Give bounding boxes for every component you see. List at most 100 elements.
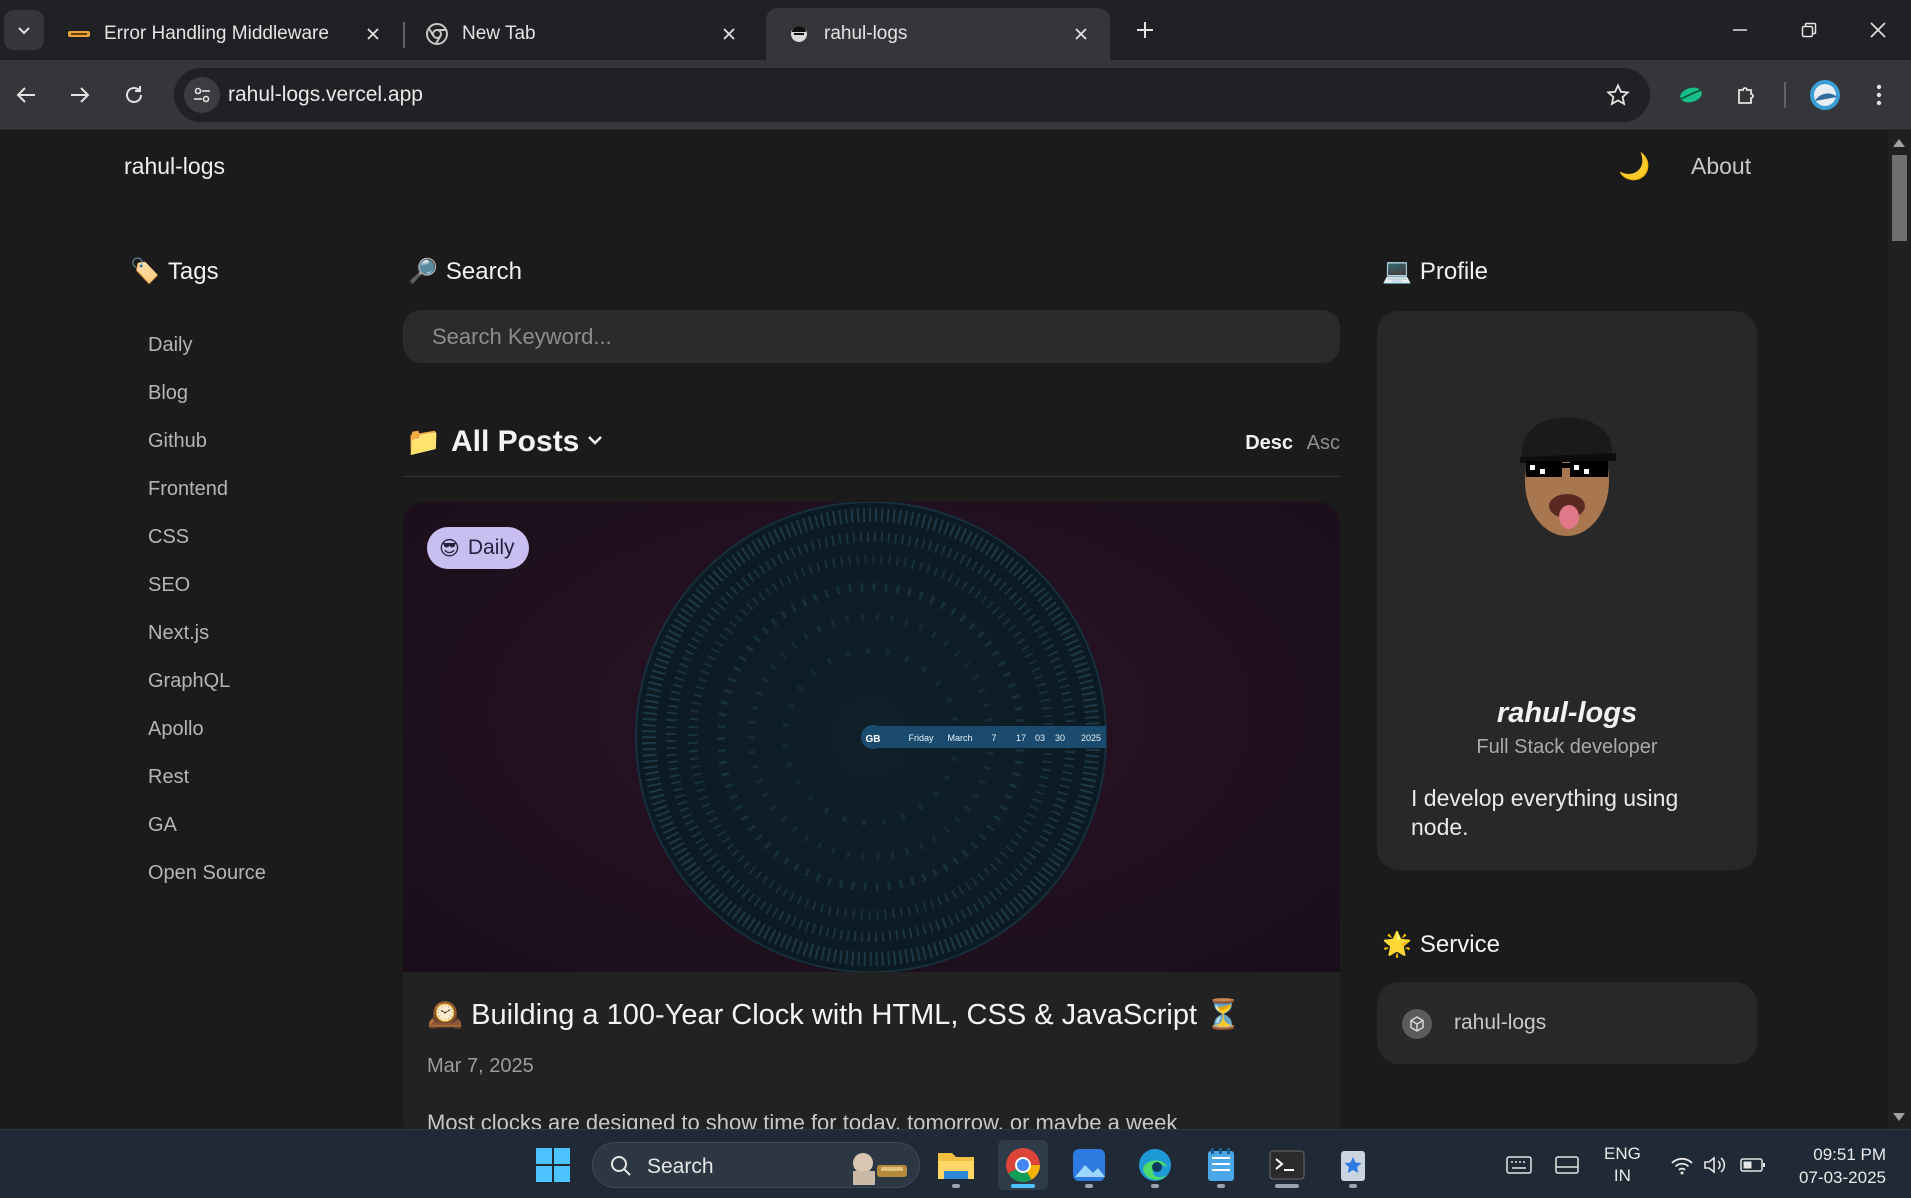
tag-item[interactable]: GraphQL	[148, 657, 266, 705]
search-box[interactable]	[403, 310, 1340, 363]
running-indicator	[1085, 1184, 1093, 1188]
clock-hour: 17	[1016, 733, 1026, 743]
wifi-icon[interactable]	[1667, 1150, 1697, 1180]
start-button[interactable]	[528, 1140, 578, 1190]
service-label[interactable]: rahul-logs	[1454, 1011, 1546, 1035]
clock-year: 2025	[1081, 733, 1101, 743]
taskbar-app[interactable]	[1328, 1140, 1378, 1190]
badge-label: Daily	[467, 536, 515, 559]
service-card[interactable]: rahul-logs	[1377, 982, 1757, 1064]
volume-icon[interactable]	[1700, 1150, 1730, 1180]
post-title[interactable]: 🕰️ Building a 100-Year Clock with HTML, …	[427, 998, 1241, 1032]
browser-menu-button[interactable]	[1860, 76, 1898, 114]
chrome-icon	[426, 23, 448, 45]
post-card[interactable]: GB Friday March 7 17 03 30 2025 😎 Daily …	[403, 502, 1340, 1129]
logo-icon	[68, 23, 90, 45]
more-vertical-icon	[1876, 84, 1882, 106]
sunglasses-icon: 😎	[439, 537, 460, 560]
category-dropdown-label[interactable]: All Posts	[451, 425, 579, 459]
scroll-down-arrow-icon[interactable]	[1893, 1113, 1905, 1121]
post-excerpt: Most clocks are designed to show time fo…	[427, 1110, 1178, 1129]
clock-image: GB Friday March 7 17 03 30 2025	[635, 502, 1107, 973]
taskbar-terminal[interactable]	[1262, 1140, 1312, 1190]
close-tab-icon[interactable]	[362, 23, 384, 45]
post-category-badge[interactable]: 😎 Daily	[427, 527, 529, 569]
tag-item[interactable]: Apollo	[148, 705, 266, 753]
page-scrollbar[interactable]	[1888, 131, 1911, 1129]
clock-month: March	[947, 733, 972, 743]
url-text[interactable]: rahul-logs.vercel.app	[228, 83, 423, 107]
tag-item[interactable]: SEO	[148, 561, 266, 609]
taskbar-search[interactable]: Search	[592, 1142, 920, 1188]
sort-asc-button[interactable]: Asc	[1307, 432, 1340, 455]
tab-rahul-logs[interactable]: rahul-logs	[766, 8, 1110, 60]
profile-heading: 💻 Profile	[1382, 257, 1488, 286]
tag-item[interactable]: Blog	[148, 369, 266, 417]
chevron-down-icon[interactable]	[586, 431, 604, 454]
profile-card: rahul-logs Full Stack developer I develo…	[1377, 311, 1757, 870]
language-region: IN	[1613, 1166, 1631, 1185]
restore-icon	[1801, 22, 1817, 38]
tag-item[interactable]: GA	[148, 801, 266, 849]
clock-second: 30	[1055, 733, 1065, 743]
tag-item[interactable]: Rest	[148, 753, 266, 801]
address-bar[interactable]: rahul-logs.vercel.app	[174, 68, 1650, 122]
sort-desc-button[interactable]: Desc	[1245, 432, 1293, 455]
battery-icon[interactable]	[1738, 1150, 1768, 1180]
notepad-icon	[1208, 1148, 1234, 1181]
page-content: rahul-logs 🌙 About 🏷️ Tags Daily Blog Gi…	[0, 131, 1888, 1129]
clock-date: 07-03-2025	[1799, 1168, 1886, 1187]
taskbar-notepad[interactable]	[1196, 1140, 1246, 1190]
theme-toggle-moon-icon[interactable]: 🌙	[1618, 151, 1650, 182]
reload-button[interactable]	[114, 75, 154, 115]
windows-logo-icon	[536, 1148, 570, 1182]
keyboard-icon[interactable]	[1504, 1150, 1534, 1180]
star-icon: 🌟	[1382, 931, 1412, 958]
site-info-button[interactable]	[184, 77, 220, 113]
taskbar-photos[interactable]	[1064, 1140, 1114, 1190]
tab-search-button[interactable]	[4, 10, 44, 50]
search-input[interactable]	[403, 310, 1340, 363]
service-heading: 🌟 Service	[1382, 930, 1500, 959]
scroll-up-arrow-icon[interactable]	[1893, 139, 1905, 147]
tag-item[interactable]: Open Source	[148, 849, 266, 897]
photos-icon	[1073, 1149, 1105, 1181]
new-tab-button[interactable]	[1130, 12, 1160, 48]
app-star-icon	[1341, 1151, 1365, 1181]
nav-about-link[interactable]: About	[1691, 153, 1751, 180]
tag-item[interactable]: Next.js	[148, 609, 266, 657]
clock-date: 7	[991, 733, 996, 743]
tab-new-tab[interactable]: New Tab	[404, 8, 758, 60]
back-button[interactable]	[6, 75, 46, 115]
close-tab-icon[interactable]	[1070, 23, 1092, 45]
extension-leaf-button[interactable]	[1672, 76, 1710, 114]
profile-role: Full Stack developer	[1476, 736, 1658, 758]
browser-toolbar: rahul-logs.vercel.app	[0, 60, 1911, 130]
tag-item[interactable]: CSS	[148, 513, 266, 561]
profile-button[interactable]	[1806, 76, 1844, 114]
tab-error-handling[interactable]: Error Handling Middleware	[46, 8, 402, 60]
laptop-icon: 💻	[1382, 258, 1412, 285]
tag-item[interactable]: Github	[148, 417, 266, 465]
bookmark-button[interactable]	[1604, 81, 1632, 109]
post-thumbnail[interactable]: GB Friday March 7 17 03 30 2025	[403, 502, 1340, 973]
taskbar-file-explorer[interactable]	[931, 1140, 981, 1190]
taskbar-chrome[interactable]	[998, 1140, 1048, 1190]
extensions-button[interactable]	[1728, 76, 1766, 114]
system-clock[interactable]: 09:51 PM 07-03-2025	[1786, 1143, 1886, 1189]
restore-button[interactable]	[1786, 10, 1832, 50]
scrollbar-thumb[interactable]	[1892, 155, 1907, 241]
tag-item[interactable]: Daily	[148, 321, 266, 369]
tab-title: rahul-logs	[824, 23, 908, 44]
site-brand[interactable]: rahul-logs	[124, 153, 225, 180]
close-tab-icon[interactable]	[718, 23, 740, 45]
close-window-button[interactable]	[1855, 10, 1901, 50]
avatar-icon	[788, 23, 810, 45]
language-indicator[interactable]: ENG IN	[1604, 1143, 1641, 1187]
minimize-button[interactable]	[1717, 10, 1763, 50]
tag-item[interactable]: Frontend	[148, 465, 266, 513]
profile-name: rahul-logs	[1496, 697, 1638, 729]
forward-button[interactable]	[60, 75, 100, 115]
taskbar-edge[interactable]	[1130, 1140, 1180, 1190]
tablet-mode-icon[interactable]	[1552, 1150, 1582, 1180]
